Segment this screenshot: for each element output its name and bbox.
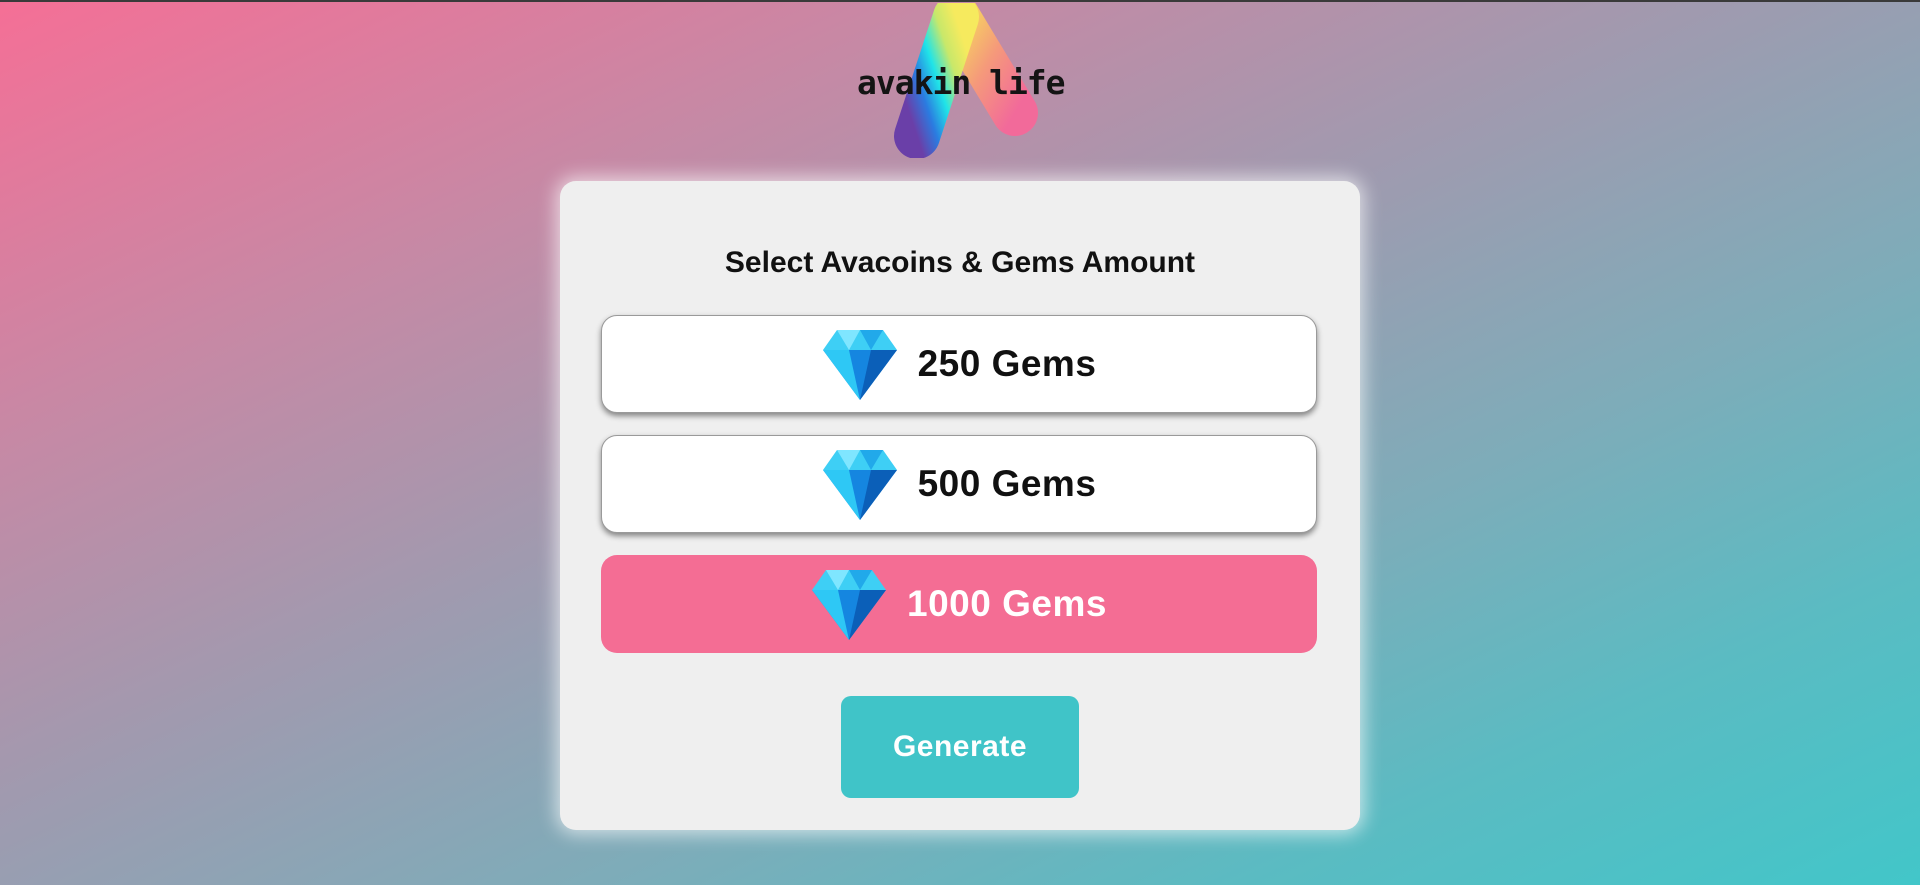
gem-icon (822, 326, 898, 402)
top-border (0, 0, 1920, 2)
option-label: 1000 Gems (907, 583, 1107, 624)
option-label: 250 Gems (917, 343, 1097, 384)
avakin-life-logo: avakin life (845, 3, 1075, 158)
gem-selection-card: Select Avacoins & Gems Amount 250 Gems 5… (560, 181, 1360, 830)
option-500-gems[interactable]: 500 Gems (601, 435, 1317, 533)
option-250-gems[interactable]: 250 Gems (601, 315, 1317, 413)
gem-icon (822, 446, 898, 522)
option-label: 500 Gems (917, 463, 1097, 504)
card-title: Select Avacoins & Gems Amount (724, 246, 1196, 279)
gem-icon (811, 566, 887, 642)
logo-wordmark: avakin life (857, 63, 1066, 102)
option-1000-gems[interactable]: 1000 Gems (601, 555, 1317, 653)
generate-button[interactable]: Generate (841, 696, 1079, 798)
